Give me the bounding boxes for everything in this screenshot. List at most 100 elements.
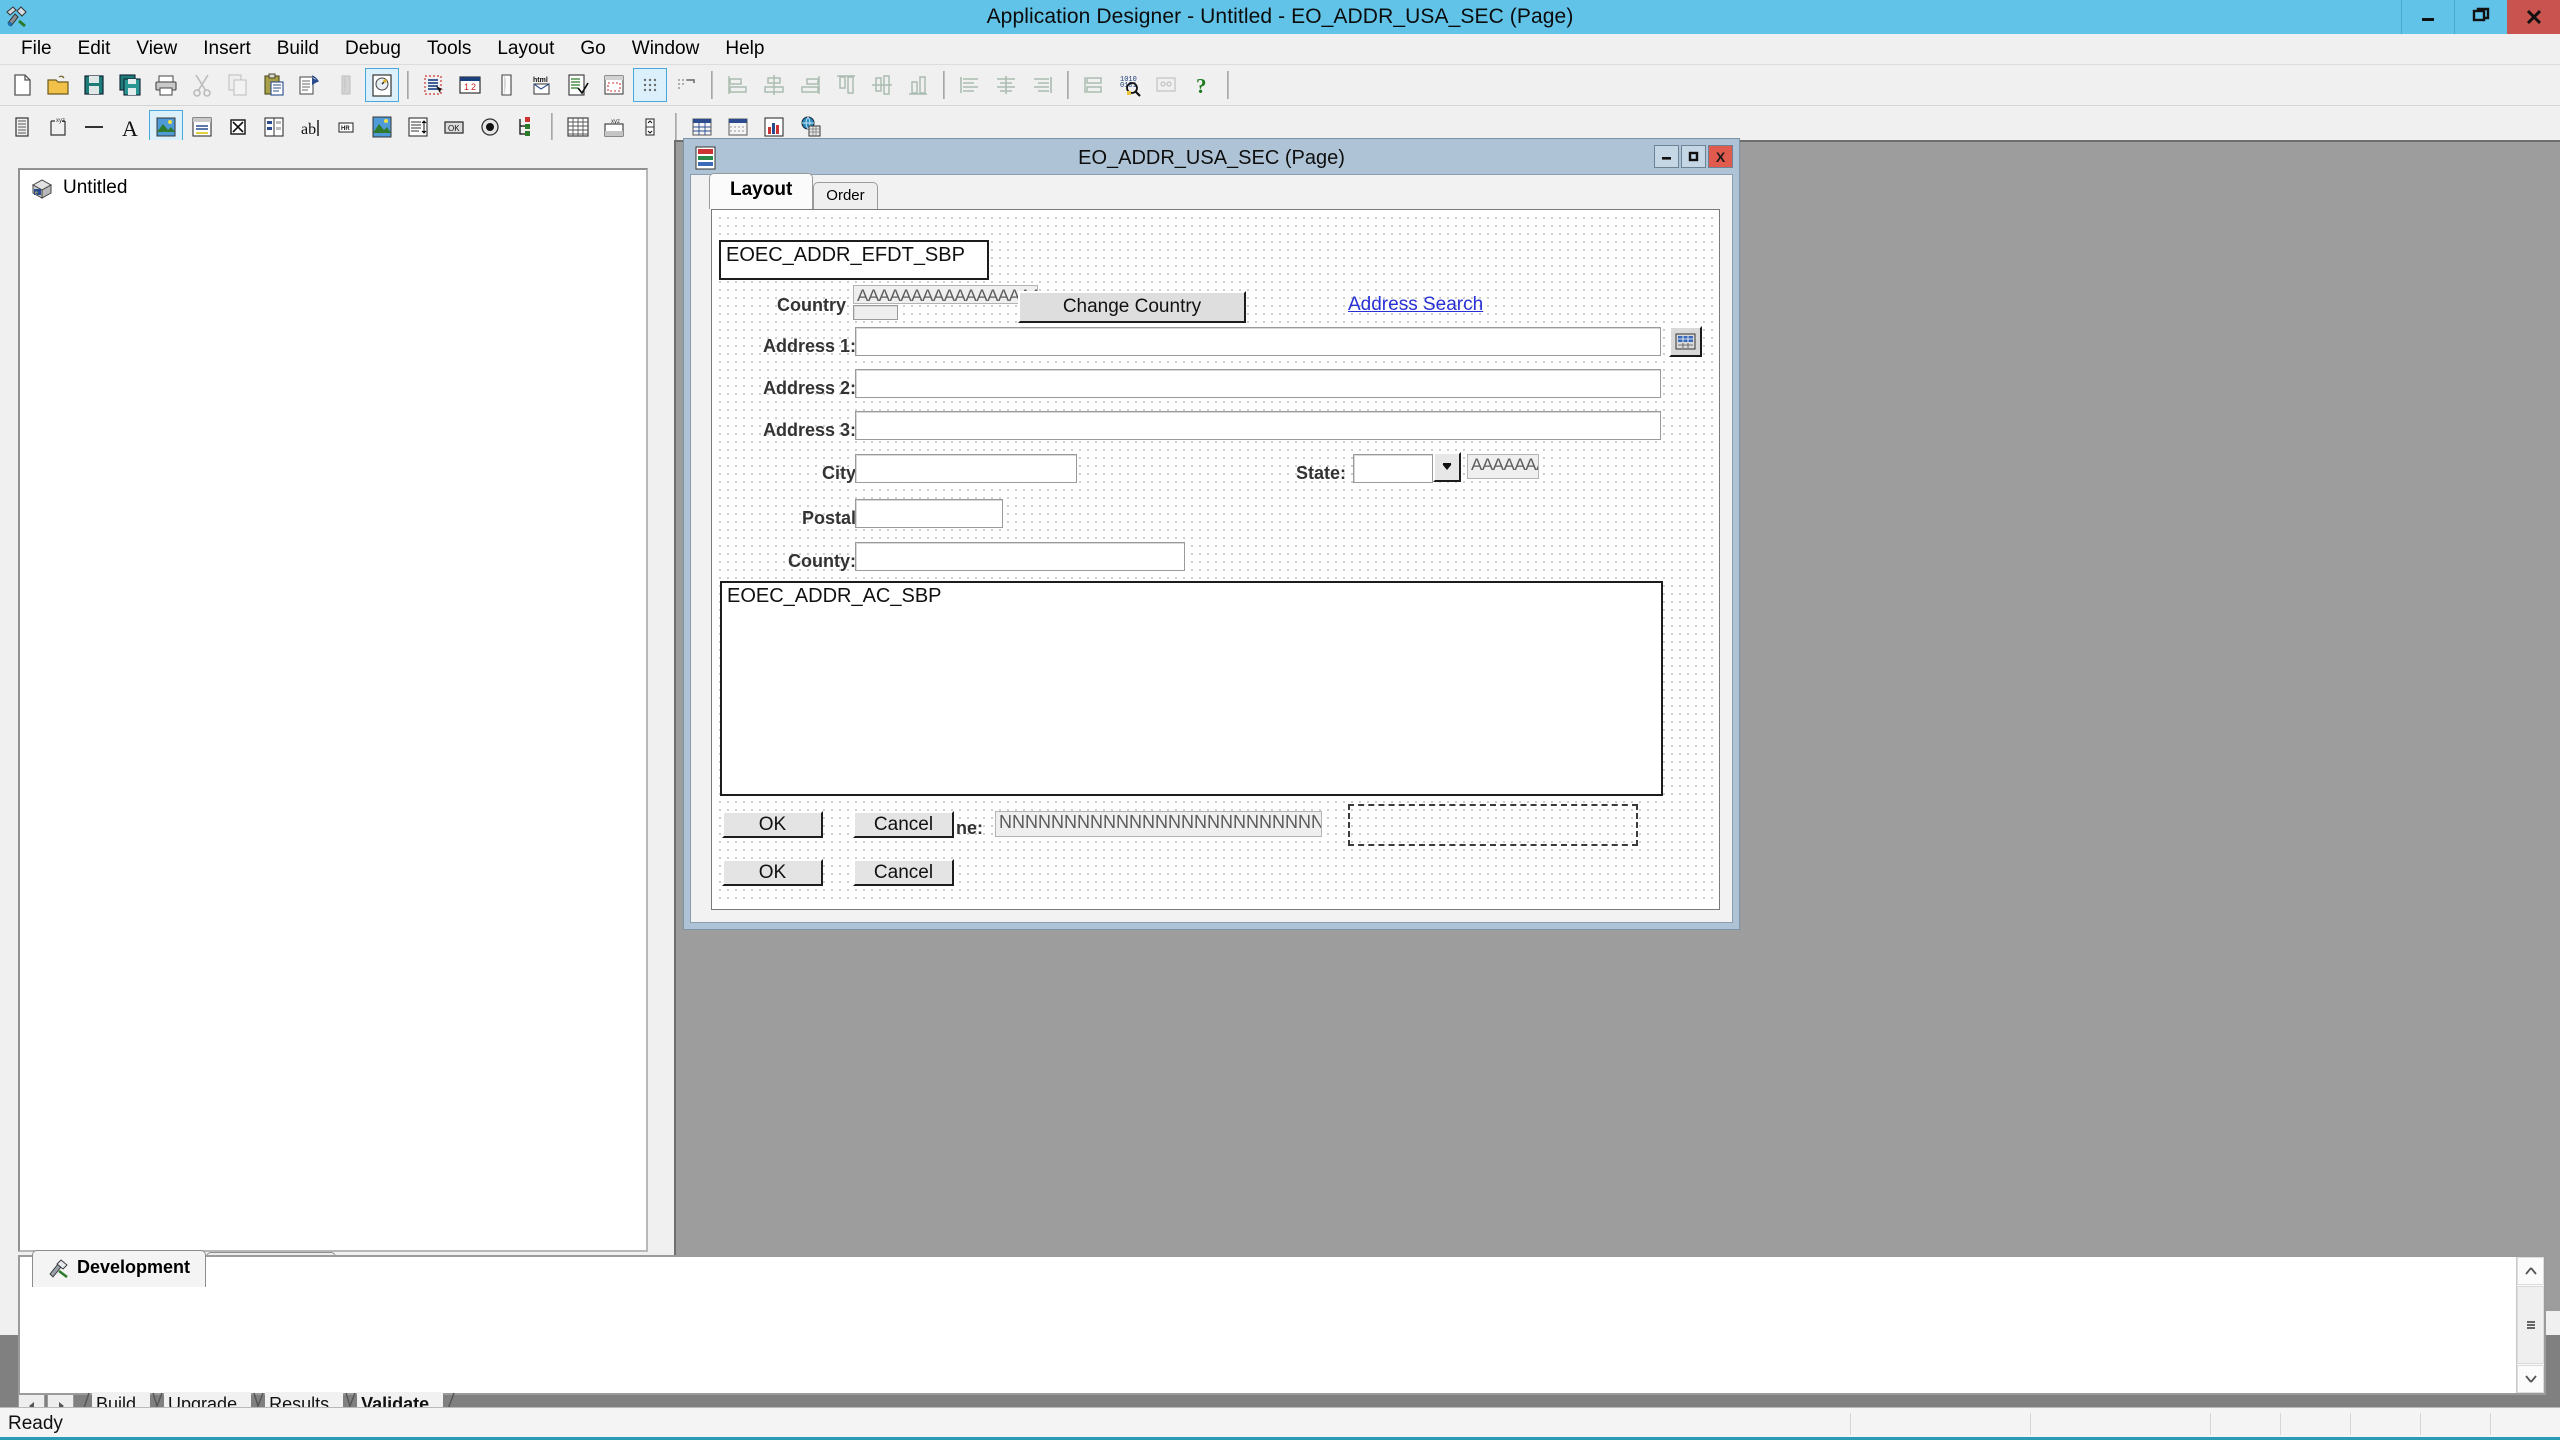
group-box-efdt[interactable]: EOEC_ADDR_EFDT_SBP [719, 240, 989, 280]
page-restore-button[interactable] [1681, 145, 1706, 168]
address3-input[interactable] [855, 411, 1661, 440]
frame-icon[interactable] [5, 110, 39, 144]
change-country-button[interactable]: Change Country [1018, 291, 1246, 323]
group-box-ac[interactable]: EOEC_ADDR_AC_SBP [720, 581, 1663, 796]
page-preview-icon[interactable] [329, 68, 363, 102]
scrollbar-thumb[interactable] [2517, 1286, 2544, 1364]
tab-layout[interactable]: Layout [709, 173, 814, 209]
output-vertical-scrollbar[interactable] [2516, 1257, 2544, 1393]
print-icon[interactable] [149, 68, 183, 102]
page-close-button[interactable]: X [1708, 145, 1733, 168]
city-input[interactable] [855, 454, 1077, 483]
numbering-icon[interactable]: 12 [453, 68, 487, 102]
selected-placeholder-region[interactable] [1348, 804, 1638, 846]
menu-file[interactable]: File [8, 35, 65, 63]
align-centers-icon[interactable] [757, 68, 791, 102]
cut-scissors-icon[interactable] [185, 68, 219, 102]
menu-tools[interactable]: Tools [414, 35, 484, 63]
menu-help[interactable]: Help [712, 35, 777, 63]
tree-item-untitled[interactable]: e Untitled [20, 170, 646, 199]
state-input[interactable] [1353, 454, 1433, 483]
horizontal-rule-icon[interactable] [77, 110, 111, 144]
page-minimize-button[interactable] [1654, 145, 1679, 168]
order-list-icon[interactable] [417, 68, 451, 102]
menu-edit[interactable]: Edit [65, 35, 124, 63]
tab-development[interactable]: Development [32, 1250, 207, 1287]
address1-prompt-button[interactable] [1669, 326, 1702, 357]
tab-order-icon[interactable] [489, 68, 523, 102]
save-all-icon[interactable] [113, 68, 147, 102]
menu-insert[interactable]: Insert [190, 35, 264, 63]
static-text-icon[interactable]: A [113, 110, 147, 144]
menu-debug[interactable]: Debug [332, 35, 414, 63]
ok-button-1[interactable]: OK [722, 811, 823, 838]
layout-canvas[interactable]: EOEC_ADDR_EFDT_SBP Country AAAAAAAAAAAAA… [716, 214, 1715, 905]
hr-separator-icon[interactable]: HR [329, 110, 363, 144]
county-input[interactable] [855, 542, 1185, 571]
country-value-field[interactable]: AAAAAAAAAAAAAAAAA [853, 285, 1038, 304]
open-folder-icon[interactable] [41, 68, 75, 102]
scroll-down-arrow-icon[interactable] [2517, 1365, 2544, 1393]
grid-control-icon[interactable] [561, 110, 595, 144]
spinner-icon[interactable] [633, 110, 667, 144]
grid-toggle-icon[interactable] [633, 68, 667, 102]
text-align-center-icon[interactable] [989, 68, 1023, 102]
project-tree[interactable]: e Untitled [18, 168, 648, 1252]
menu-build[interactable]: Build [264, 35, 332, 63]
static-image-icon[interactable] [149, 109, 183, 144]
html-icon[interactable]: html [525, 68, 559, 102]
project-properties-icon[interactable] [293, 68, 327, 102]
even-spacing-icon[interactable] [1077, 68, 1111, 102]
validate-icon[interactable] [561, 68, 595, 102]
align-tops-icon[interactable] [829, 68, 863, 102]
edit-box-icon[interactable]: ab [293, 110, 327, 144]
address-search-link[interactable]: Address Search [1348, 294, 1483, 316]
align-middles-icon[interactable] [865, 68, 899, 102]
restore-button[interactable] [2454, 0, 2507, 34]
minimize-button[interactable] [2401, 0, 2454, 34]
help-question-icon[interactable]: ? [1185, 68, 1219, 102]
tab-order[interactable]: Order [813, 182, 878, 209]
country-secondary-field[interactable] [853, 305, 898, 320]
menu-view[interactable]: View [123, 35, 190, 63]
cancel-button-1[interactable]: Cancel [853, 811, 954, 838]
tree-control-icon[interactable] [509, 110, 543, 144]
checkbox-field-icon[interactable] [221, 110, 255, 144]
snap-to-grid-icon[interactable] [669, 68, 703, 102]
paste-clipboard-icon[interactable] [257, 68, 291, 102]
group-box-icon[interactable]: xyz [41, 110, 75, 144]
text-align-left-icon[interactable] [953, 68, 987, 102]
close-button[interactable] [2507, 0, 2560, 34]
image-field-icon[interactable] [365, 110, 399, 144]
address2-input[interactable] [855, 369, 1661, 398]
subpage-icon[interactable] [185, 110, 219, 144]
copy-icon[interactable] [221, 68, 255, 102]
align-bottoms-icon[interactable] [901, 68, 935, 102]
cancel-button-2[interactable]: Cancel [853, 859, 954, 886]
menu-layout[interactable]: Layout [484, 35, 567, 63]
monitor-icon[interactable] [1149, 68, 1183, 102]
new-icon[interactable] [5, 68, 39, 102]
menu-window[interactable]: Window [619, 35, 713, 63]
radio-button-icon[interactable] [473, 110, 507, 144]
save-icon[interactable] [77, 68, 111, 102]
text-align-right-icon[interactable] [1025, 68, 1059, 102]
menu-go[interactable]: Go [567, 35, 618, 63]
align-right-edges-icon[interactable] [793, 68, 827, 102]
postal-input[interactable] [855, 499, 1003, 528]
align-left-edges-icon[interactable] [721, 68, 755, 102]
page-definition-icon[interactable] [365, 68, 399, 102]
ok-button-2[interactable]: OK [722, 859, 823, 886]
push-button-icon[interactable]: OK [437, 110, 471, 144]
scroll-area-icon[interactable] [257, 110, 291, 144]
page-field-icon[interactable] [597, 68, 631, 102]
name-value-field[interactable]: NNNNNNNNNNNNNNNNNNNNNNNNNNNI [995, 811, 1322, 837]
sql-inspect-icon[interactable]: 1010 0101 [1113, 68, 1147, 102]
long-edit-box-icon[interactable] [401, 110, 435, 144]
dropdown-field-icon[interactable]: xyz [597, 110, 631, 144]
state-description-field[interactable]: AAAAAAA [1467, 454, 1539, 479]
output-text-area[interactable] [20, 1257, 2516, 1393]
scroll-up-arrow-icon[interactable] [2517, 1257, 2544, 1285]
state-dropdown-button[interactable] [1433, 452, 1461, 482]
address1-input[interactable] [855, 327, 1661, 356]
